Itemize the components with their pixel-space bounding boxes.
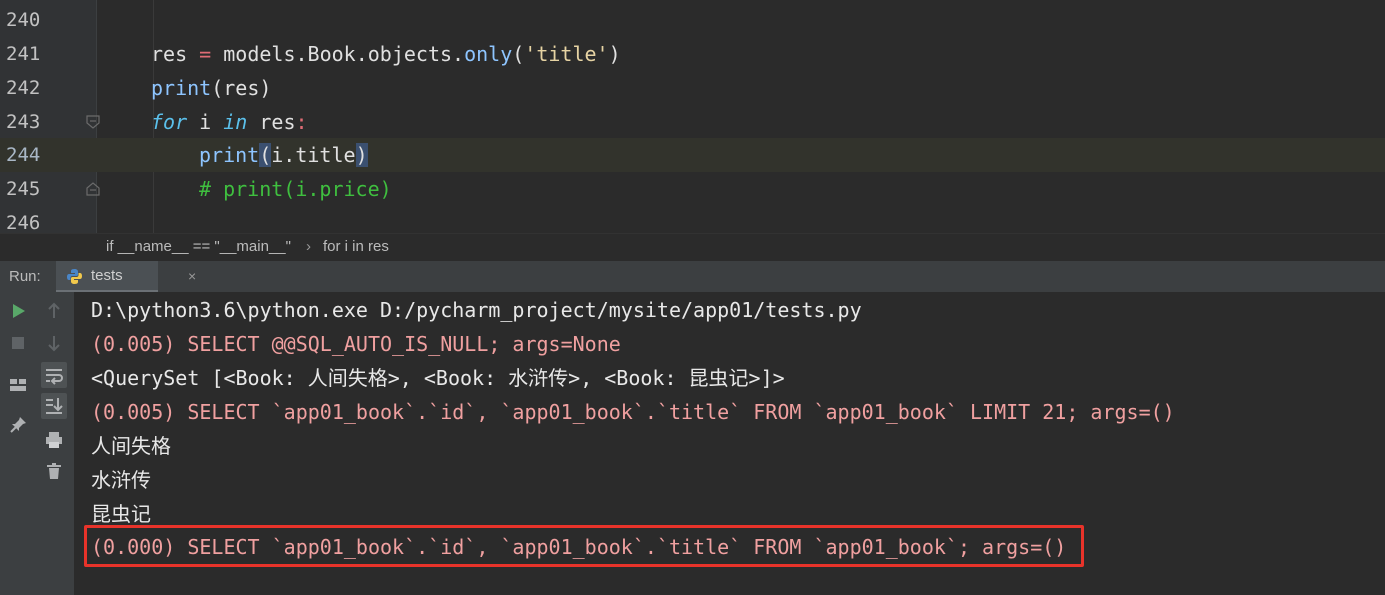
breadcrumb-separator: › — [306, 238, 311, 255]
code-token: (res) — [211, 76, 272, 100]
code-token: i.title — [271, 143, 356, 167]
soft-wrap-icon[interactable] — [41, 362, 67, 388]
line-number: 245 — [6, 178, 41, 200]
code-line-242[interactable]: 242 print(res) — [0, 71, 1385, 105]
console-line: (0.005) SELECT `app01_book`.`id`, `app01… — [91, 400, 1175, 424]
console-line: <QuerySet [<Book: 人间失格>, <Book: 水浒传>, <B… — [91, 366, 785, 390]
code-token: res — [151, 42, 188, 66]
layout-icon[interactable] — [5, 372, 31, 398]
stop-icon[interactable] — [5, 330, 31, 356]
run-icon[interactable] — [5, 298, 31, 324]
console-line: D:\python3.6\python.exe D:/pycharm_proje… — [91, 298, 862, 322]
fold-open-icon[interactable] — [86, 115, 100, 129]
code-line-246[interactable]: 246 — [0, 206, 1385, 233]
code-token: 'title' — [524, 42, 609, 66]
code-token: res — [247, 110, 296, 134]
code-text: print(res) — [151, 71, 271, 105]
code-token: print — [151, 76, 212, 100]
code-token: ) — [355, 143, 368, 167]
code-text: res = models.Book.objects.only('title') — [151, 37, 621, 71]
line-number: 246 — [6, 212, 41, 233]
line-number: 244 — [6, 144, 41, 166]
code-token: ( — [512, 42, 525, 66]
run-label: Run: — [9, 268, 41, 285]
line-number: 241 — [6, 43, 41, 65]
code-token: : — [295, 110, 308, 134]
console-line: (0.005) SELECT @@SQL_AUTO_IS_NULL; args=… — [91, 332, 621, 356]
run-tab-label: tests — [91, 267, 123, 284]
code-token: for — [151, 110, 188, 134]
line-number: 240 — [6, 9, 41, 31]
code-token: models.Book.objects. — [223, 42, 465, 66]
down-arrow-icon[interactable] — [41, 330, 67, 356]
code-line-243[interactable]: 243 for i in res: — [0, 105, 1385, 139]
code-text: for i in res: — [151, 105, 308, 139]
line-number: 243 — [6, 111, 41, 133]
fold-close-icon[interactable] — [86, 182, 100, 196]
up-arrow-icon[interactable] — [41, 298, 67, 324]
code-line-245[interactable]: 245 # print(i.price) — [0, 172, 1385, 206]
code-token: in — [223, 110, 248, 134]
pin-icon[interactable] — [5, 412, 31, 438]
trash-icon[interactable] — [41, 458, 67, 484]
python-icon — [67, 269, 82, 284]
run-toolbar — [0, 292, 75, 595]
code-token: only — [464, 42, 513, 66]
code-line-241[interactable]: 241 res = models.Book.objects.only('titl… — [0, 37, 1385, 71]
close-icon[interactable]: × — [188, 261, 196, 291]
code-line-240[interactable]: 240 — [0, 3, 1385, 37]
code-line-244[interactable]: 244 print(i.title) — [0, 138, 1385, 172]
breadcrumb-item-main-guard[interactable]: if __name__ == "__main__" — [106, 234, 291, 260]
code-token: ( — [259, 143, 272, 167]
line-number: 242 — [6, 77, 41, 99]
code-text: # print(i.price) — [199, 172, 392, 206]
print-icon[interactable] — [41, 427, 67, 453]
console-line: 水浒传 — [91, 468, 151, 492]
console-line: 人间失格 — [91, 434, 171, 458]
console-output[interactable]: D:\python3.6\python.exe D:/pycharm_proje… — [75, 292, 1385, 595]
code-token: = — [187, 42, 224, 66]
code-token: ) — [608, 42, 621, 66]
code-editor[interactable]: 240 241 res = models.Book.objects.only('… — [0, 0, 1385, 233]
code-token: # print(i.price) — [199, 177, 392, 201]
scroll-to-end-icon[interactable] — [41, 393, 67, 419]
code-token: i — [187, 110, 224, 134]
run-tab-tests[interactable]: tests × — [56, 261, 196, 292]
code-text: print(i.title) — [199, 138, 368, 172]
annotation-highlight-box — [84, 525, 1084, 567]
pycharm-window: 240 241 res = models.Book.objects.only('… — [0, 0, 1385, 595]
breadcrumb-item-for-loop[interactable]: for i in res — [323, 234, 389, 260]
code-token: print — [199, 143, 260, 167]
breadcrumb: if __name__ == "__main__" › for i in res — [0, 233, 1385, 262]
run-tool-window-header: Run: tests × — [0, 261, 1385, 293]
